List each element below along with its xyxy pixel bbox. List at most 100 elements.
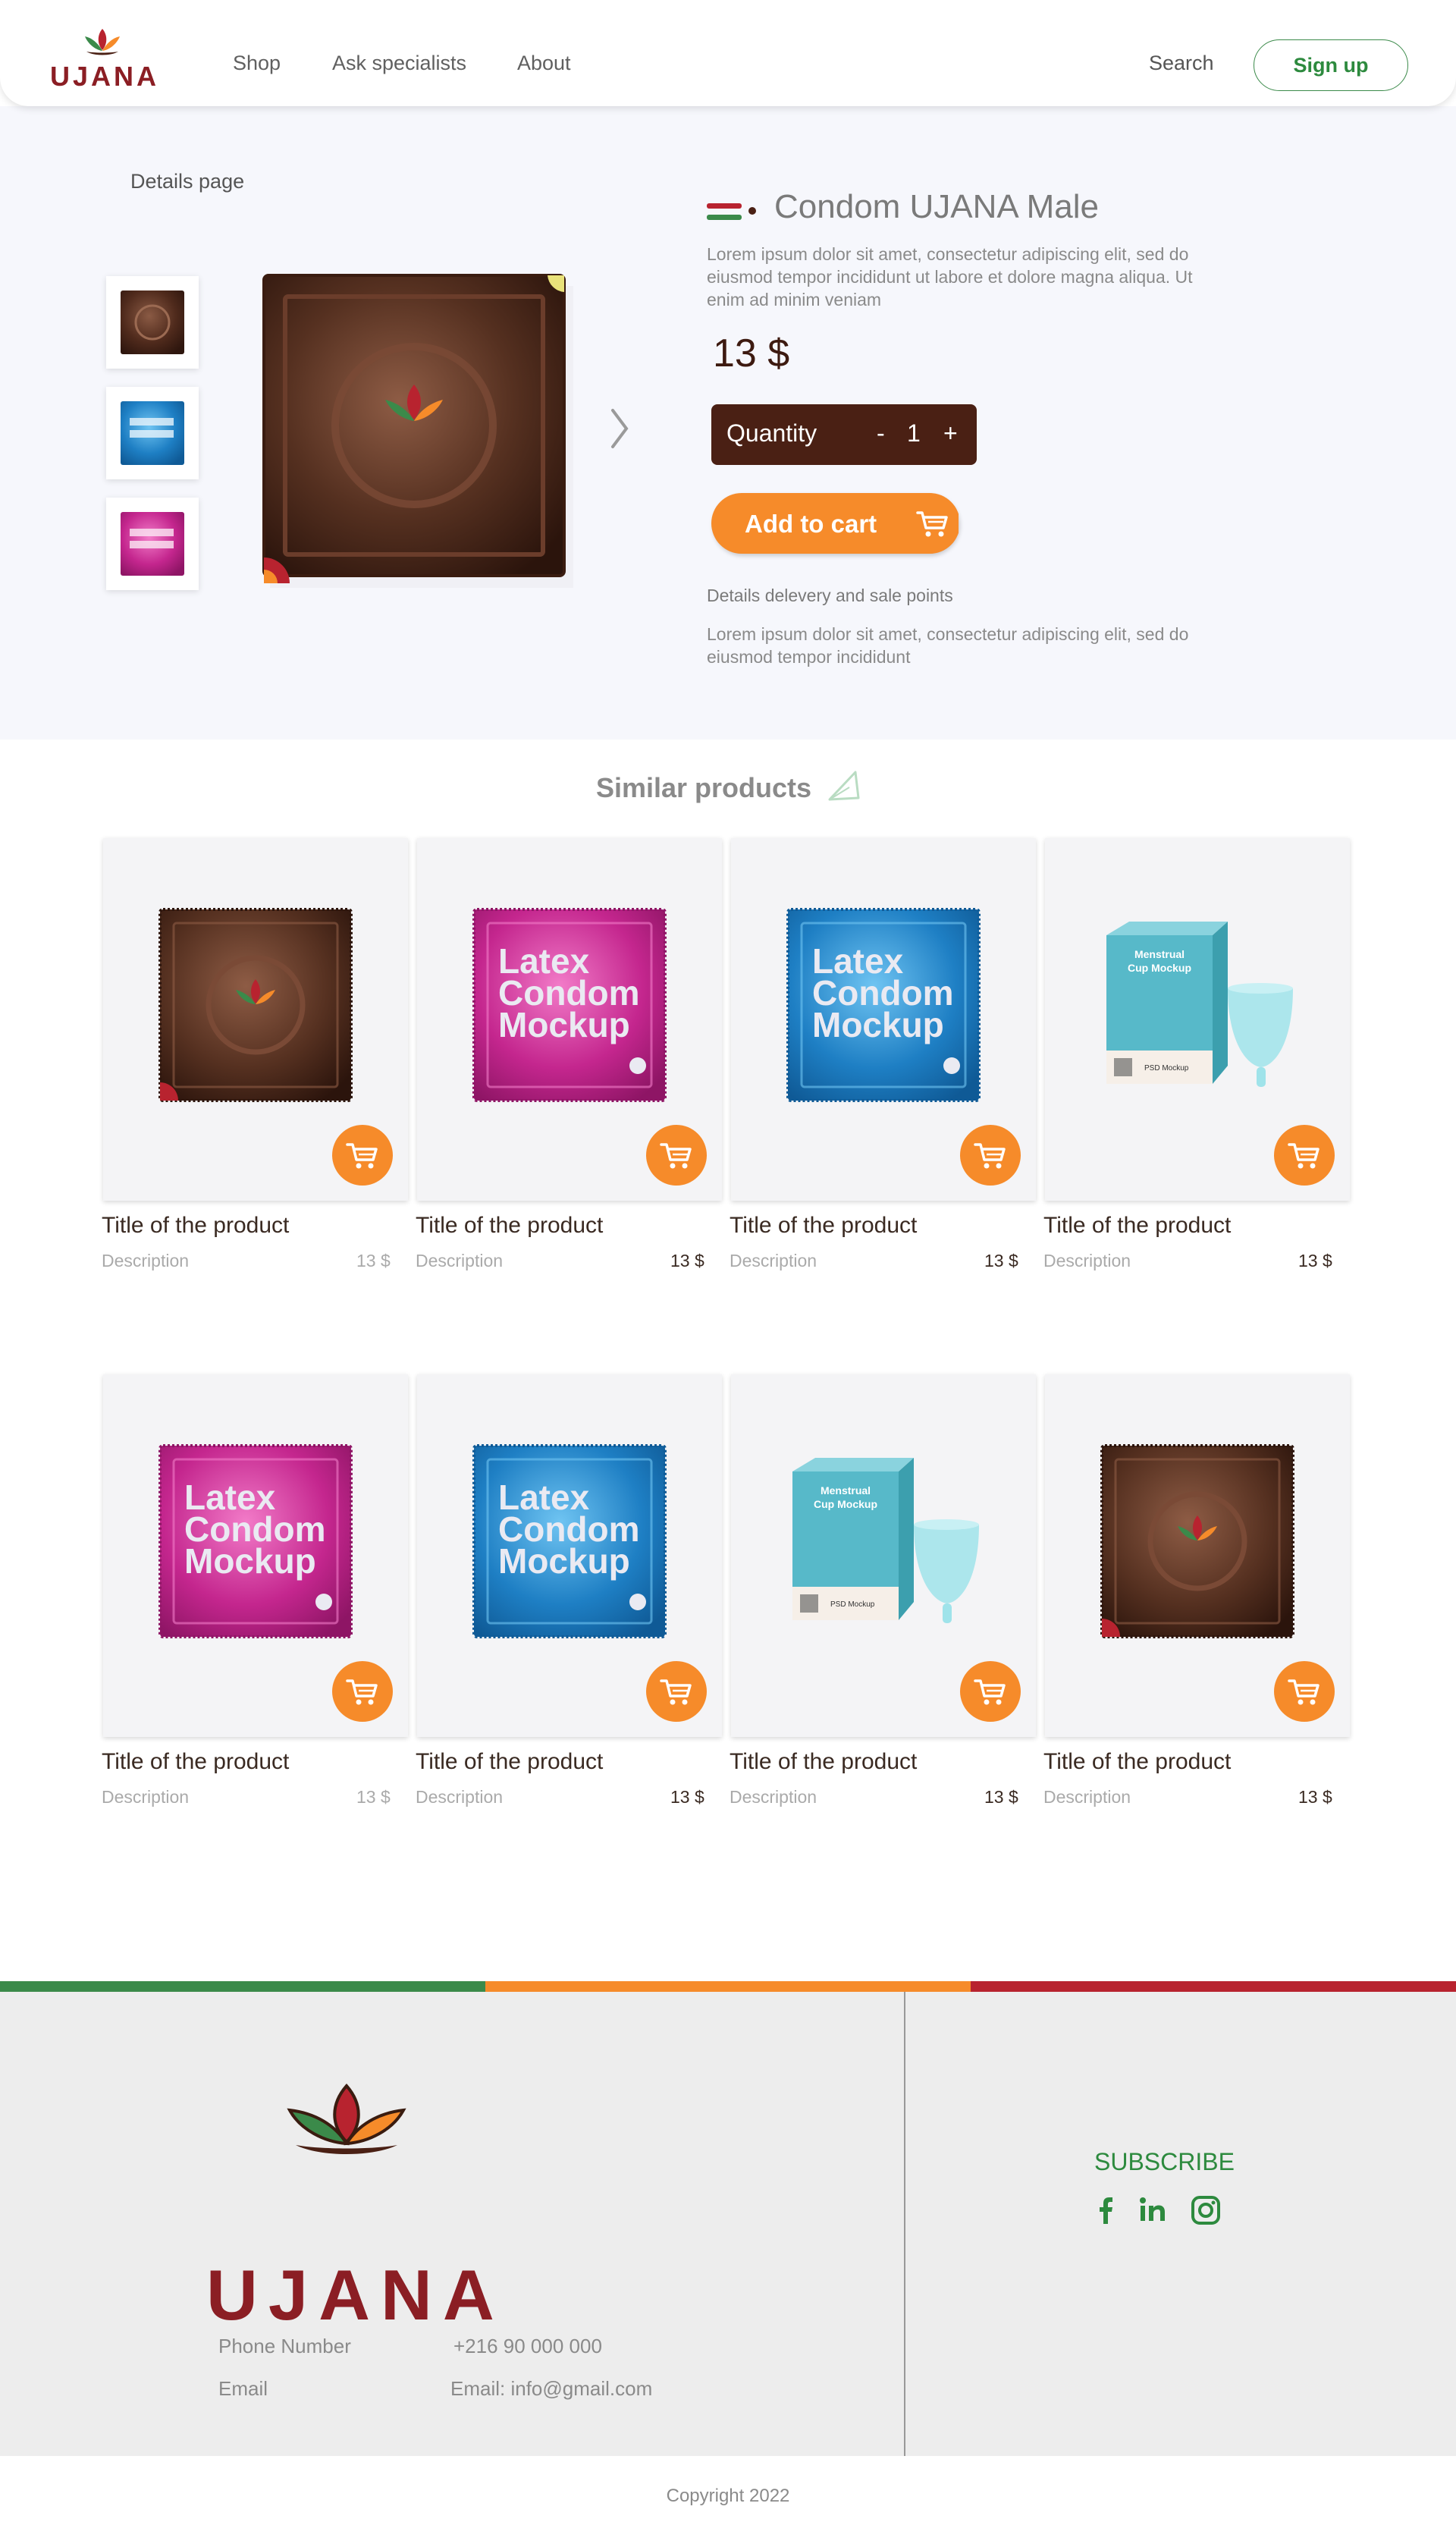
product-card-description: Description bbox=[416, 1251, 504, 1270]
add-to-cart-button[interactable] bbox=[1274, 1125, 1335, 1186]
product-card-description: Description bbox=[102, 1787, 190, 1807]
brand-wordmark: UJANA bbox=[50, 61, 160, 92]
brown-condom-image bbox=[1100, 1444, 1294, 1638]
product-card[interactable]: PSD Mockup Menstrual Cup Mockup bbox=[731, 1374, 1036, 1737]
product-price: 13 $ bbox=[713, 331, 790, 375]
product-card[interactable] bbox=[103, 838, 408, 1201]
product-card-price: 13 $ bbox=[356, 1251, 391, 1270]
pack-text-mockup: Mockup bbox=[812, 1005, 944, 1044]
product-description: Lorem ipsum dolor sit amet, consectetur … bbox=[707, 244, 1193, 309]
thumbnail-3[interactable] bbox=[106, 498, 199, 590]
cart-icon bbox=[346, 1679, 378, 1705]
thumbnail-2[interactable] bbox=[106, 387, 199, 479]
cart-icon bbox=[346, 1143, 378, 1169]
quantity-increase-button[interactable]: + bbox=[943, 419, 958, 448]
search-link[interactable]: Search bbox=[1149, 52, 1214, 75]
product-card-title[interactable]: Title of the product bbox=[730, 1213, 917, 1239]
product-card-title[interactable]: Title of the product bbox=[102, 1213, 289, 1239]
add-to-cart-button[interactable] bbox=[332, 1661, 393, 1722]
delivery-heading[interactable]: Details delevery and sale points bbox=[707, 586, 953, 606]
nav-about[interactable]: About bbox=[517, 52, 571, 75]
footer: UJANA Phone Number +216 90 000 000 Email… bbox=[0, 1992, 1456, 2456]
pink-condom-image: Latex Condom Mockup bbox=[158, 1444, 353, 1638]
footer-divider bbox=[904, 1992, 905, 2456]
linkedin-icon[interactable] bbox=[1136, 2194, 1169, 2227]
cart-icon bbox=[974, 1679, 1006, 1705]
quantity-label: Quantity bbox=[726, 419, 817, 447]
add-to-cart-button[interactable] bbox=[1274, 1661, 1335, 1722]
cup-box-psd-label: PSD Mockup bbox=[830, 1600, 875, 1609]
add-to-cart-button[interactable] bbox=[332, 1125, 393, 1186]
product-card[interactable]: PSD Mockup Menstrual Cup Mockup bbox=[1045, 838, 1350, 1201]
product-card[interactable]: Latex Condom Mockup bbox=[103, 1374, 408, 1737]
thumbnail-1[interactable] bbox=[106, 276, 199, 369]
copyright: Copyright 2022 bbox=[666, 2486, 790, 2506]
pink-condom-image: Latex Condom Mockup bbox=[472, 908, 667, 1102]
cart-icon bbox=[1288, 1679, 1320, 1705]
product-card-price: 13 $ bbox=[1298, 1787, 1332, 1807]
pack-text-mockup: Mockup bbox=[184, 1541, 316, 1581]
pink-pack-image bbox=[121, 512, 184, 576]
footer-logo: UJANA bbox=[206, 2083, 494, 2341]
page: UJANA Shop Ask specialists About Search … bbox=[0, 0, 1456, 2522]
add-to-cart-button[interactable] bbox=[646, 1661, 707, 1722]
signup-button[interactable]: Sign up bbox=[1254, 39, 1408, 91]
add-to-cart-button[interactable] bbox=[646, 1125, 707, 1186]
phone-label: Phone Number bbox=[218, 2335, 351, 2357]
product-card-title[interactable]: Title of the product bbox=[1043, 1749, 1231, 1775]
product-card-price: 13 $ bbox=[1298, 1251, 1332, 1270]
product-card-title[interactable]: Title of the product bbox=[1043, 1213, 1231, 1239]
product-card-title[interactable]: Title of the product bbox=[730, 1749, 917, 1775]
quantity-decrease-button[interactable]: - bbox=[877, 419, 885, 448]
instagram-icon[interactable] bbox=[1189, 2194, 1222, 2227]
add-to-cart-button[interactable] bbox=[960, 1125, 1021, 1186]
menstrual-cup-image: PSD Mockup Menstrual Cup Mockup bbox=[792, 1458, 979, 1623]
cup-box-title-line2: Cup Mockup bbox=[1128, 962, 1191, 974]
add-to-cart-button[interactable]: Add to cart bbox=[711, 493, 959, 554]
cart-icon bbox=[974, 1143, 1006, 1169]
brown-pack-image bbox=[121, 291, 184, 354]
lotus-logo-icon bbox=[85, 29, 120, 55]
brand-logo[interactable]: UJANA bbox=[50, 27, 160, 92]
cart-icon bbox=[660, 1143, 692, 1169]
blue-pack-image bbox=[121, 401, 184, 465]
chevron-right-icon[interactable] bbox=[607, 406, 632, 451]
product-card[interactable]: Latex Condom Mockup bbox=[417, 838, 722, 1201]
product-card-price: 13 $ bbox=[984, 1251, 1018, 1270]
product-card-title[interactable]: Title of the product bbox=[102, 1749, 289, 1775]
email-value[interactable]: Email: info@gmail.com bbox=[450, 2377, 652, 2401]
subscribe-heading[interactable]: SUBSCRIBE bbox=[1094, 2148, 1235, 2176]
footer-stripe-orange bbox=[485, 1981, 971, 1992]
product-title: Condom UJANA Male bbox=[774, 188, 1099, 225]
pack-text-mockup: Mockup bbox=[498, 1541, 630, 1581]
breadcrumb: Details page bbox=[130, 170, 245, 193]
add-to-cart-button[interactable] bbox=[960, 1661, 1021, 1722]
product-card[interactable] bbox=[1045, 1374, 1350, 1737]
nav-ask-specialists[interactable]: Ask specialists bbox=[332, 52, 466, 75]
blue-condom-image: Latex Condom Mockup bbox=[472, 1444, 667, 1638]
cup-box-title-line1: Menstrual bbox=[1134, 948, 1185, 960]
product-card[interactable]: Latex Condom Mockup bbox=[417, 1374, 722, 1737]
cart-icon bbox=[1288, 1143, 1320, 1169]
product-card-title[interactable]: Title of the product bbox=[416, 1213, 603, 1239]
similar-products-heading: Similar products bbox=[596, 772, 812, 803]
product-card[interactable]: Latex Condom Mockup bbox=[731, 838, 1036, 1201]
product-card-description: Description bbox=[1043, 1251, 1131, 1270]
flag-icon bbox=[707, 203, 756, 220]
delivery-text: Lorem ipsum dolor sit amet, consectetur … bbox=[707, 624, 1189, 667]
email-label: Email bbox=[218, 2377, 268, 2400]
product-card-description: Description bbox=[730, 1787, 817, 1807]
product-card-description: Description bbox=[416, 1787, 504, 1807]
nav-shop[interactable]: Shop bbox=[233, 52, 281, 75]
cup-box-title-line2: Cup Mockup bbox=[814, 1498, 877, 1510]
product-card-price: 13 $ bbox=[670, 1787, 704, 1807]
add-to-cart-label: Add to cart bbox=[745, 510, 877, 538]
cart-icon bbox=[905, 493, 959, 554]
product-card-price: 13 $ bbox=[356, 1787, 391, 1807]
quantity-value: 1 bbox=[907, 419, 921, 447]
phone-value[interactable]: +216 90 000 000 bbox=[453, 2335, 602, 2358]
facebook-icon[interactable] bbox=[1089, 2194, 1122, 2227]
cart-icon bbox=[660, 1679, 692, 1705]
product-card-price: 13 $ bbox=[670, 1251, 704, 1270]
product-card-title[interactable]: Title of the product bbox=[416, 1749, 603, 1775]
